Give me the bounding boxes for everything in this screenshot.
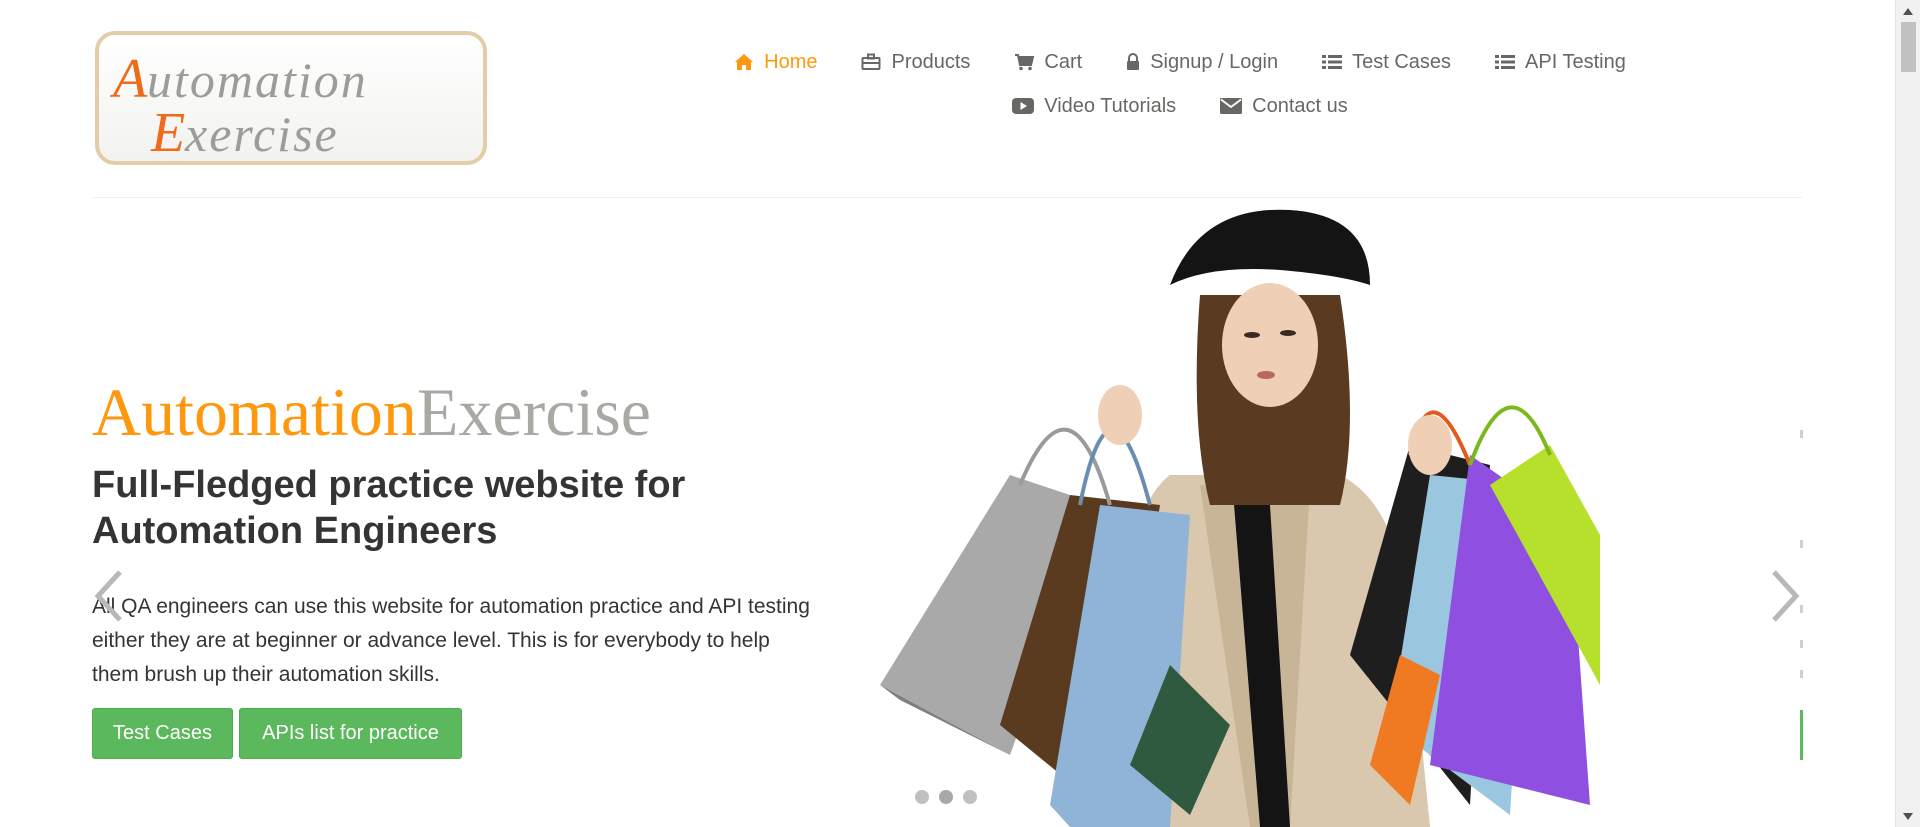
- carousel-indicators: [915, 790, 977, 804]
- nav-item-test-cases[interactable]: Test Cases: [1322, 51, 1451, 74]
- peek-mark: [1800, 540, 1803, 548]
- envelope-icon: [1220, 98, 1243, 114]
- cart-icon: [1014, 53, 1035, 71]
- peek-mark: [1800, 605, 1803, 613]
- header-divider: [92, 197, 1802, 198]
- carousel-indicator-active[interactable]: [939, 790, 953, 804]
- brand-word-automation: Automation: [92, 374, 417, 450]
- main-nav: Home Products Cart Signup / Login Test C…: [680, 40, 1680, 128]
- youtube-play-icon: [1012, 98, 1035, 114]
- peek-button-edge: [1800, 710, 1803, 760]
- chevron-left-icon: [90, 570, 134, 630]
- next-slide-peek: [1800, 430, 1804, 760]
- test-cases-button[interactable]: Test Cases: [92, 708, 233, 759]
- briefcase-icon: [861, 53, 881, 71]
- hero-description: All QA engineers can use this website fo…: [92, 595, 810, 686]
- nav-item-home[interactable]: Home: [734, 51, 817, 74]
- nav-label: Products: [891, 50, 971, 73]
- nav-label: Test Cases: [1352, 50, 1452, 73]
- carousel-indicator[interactable]: [915, 790, 929, 804]
- list-icon: [1322, 54, 1343, 70]
- hero-model-image: [870, 205, 1600, 827]
- carousel-indicator[interactable]: [963, 790, 977, 804]
- apis-list-button[interactable]: APIs list for practice: [239, 708, 462, 759]
- svg-text:A: A: [109, 48, 148, 110]
- nav-label: Signup / Login: [1150, 50, 1279, 73]
- nav-label: Cart: [1044, 50, 1083, 73]
- peek-mark: [1800, 670, 1803, 678]
- nav-item-cart[interactable]: Cart: [1014, 51, 1082, 74]
- nav-item-video-tutorials[interactable]: Video Tutorials: [1012, 95, 1176, 118]
- scrollbar-thumb[interactable]: [1901, 22, 1916, 72]
- peek-mark: [1800, 640, 1803, 648]
- hero-brand-title: AutomationExercise: [92, 372, 651, 452]
- nav-item-api-testing[interactable]: API Testing: [1495, 51, 1626, 74]
- nav-row-2: Video Tutorials Contact us: [680, 84, 1680, 128]
- hero-heading: Full-Fledged practice website for Automa…: [92, 464, 686, 552]
- scroll-up-button[interactable]: [1896, 2, 1920, 20]
- nav-item-contact-us[interactable]: Contact us: [1220, 95, 1348, 118]
- lock-icon: [1126, 53, 1140, 71]
- site-logo[interactable]: A utomation E xercise: [95, 31, 487, 165]
- nav-label: Video Tutorials: [1044, 94, 1177, 117]
- home-icon: [734, 53, 754, 71]
- nav-row-1: Home Products Cart Signup / Login Test C…: [680, 40, 1680, 84]
- nav-label: Home: [764, 50, 818, 73]
- scroll-down-button[interactable]: [1896, 807, 1920, 825]
- page: A utomation E xercise Home Products Cart…: [0, 0, 1920, 827]
- peek-mark: [1800, 430, 1803, 438]
- svg-text:E: E: [150, 102, 185, 161]
- carousel-prev-arrow[interactable]: [90, 566, 134, 626]
- triangle-down-icon: [1903, 807, 1913, 825]
- brand-word-exercise: Exercise: [416, 374, 651, 450]
- nav-item-signup-login[interactable]: Signup / Login: [1126, 51, 1278, 74]
- svg-text:xercise: xercise: [184, 106, 339, 161]
- nav-item-products[interactable]: Products: [861, 51, 970, 74]
- page-scrollbar[interactable]: [1895, 0, 1920, 827]
- nav-label: API Testing: [1525, 50, 1626, 73]
- svg-text:utomation: utomation: [147, 52, 368, 108]
- triangle-up-icon: [1903, 2, 1913, 20]
- list-icon: [1495, 54, 1516, 70]
- nav-label: Contact us: [1252, 94, 1348, 117]
